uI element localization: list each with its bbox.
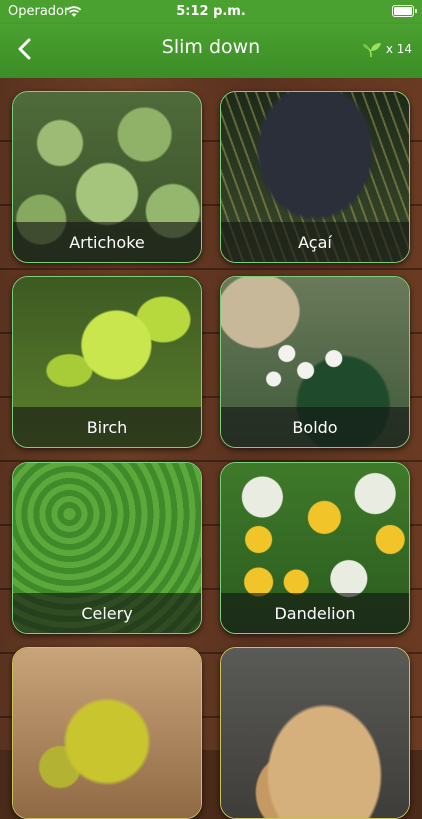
plant-tile-birch[interactable]: Birch	[12, 276, 202, 448]
battery-icon	[392, 5, 414, 17]
ginger-root-image	[221, 648, 409, 818]
plant-label: Boldo	[221, 407, 409, 447]
status-bar: Operador 5:12 p.m.	[0, 0, 422, 24]
plant-label: Açaí	[221, 222, 409, 262]
plant-label: Birch	[13, 407, 201, 447]
sprout-icon	[362, 43, 381, 58]
nav-bar: Slim down x 14	[0, 24, 422, 78]
plant-tile-boldo[interactable]: Boldo	[220, 276, 410, 448]
plant-tile-dandelion[interactable]: Dandelion	[220, 462, 410, 634]
plant-label: Artichoke	[13, 222, 201, 262]
plant-tile-8[interactable]	[220, 647, 410, 819]
credits-count: x 14	[385, 42, 412, 56]
plant-tile-artichoke[interactable]: Artichoke	[12, 91, 202, 263]
plant-grid: Artichoke Açaí Birch Boldo Celery Dandel…	[0, 78, 422, 819]
page-title: Slim down	[161, 36, 261, 58]
yellow-flower-plant-image	[13, 648, 201, 818]
plant-label: Dandelion	[221, 593, 409, 633]
credits-counter[interactable]: x 14	[362, 40, 412, 58]
plant-tile-acai[interactable]: Açaí	[220, 91, 410, 263]
battery-tip	[415, 9, 417, 13]
plant-tile-celery[interactable]: Celery	[12, 462, 202, 634]
plant-tile-7[interactable]	[12, 647, 202, 819]
status-time: 5:12 p.m.	[176, 4, 246, 19]
plant-label: Celery	[13, 593, 201, 633]
